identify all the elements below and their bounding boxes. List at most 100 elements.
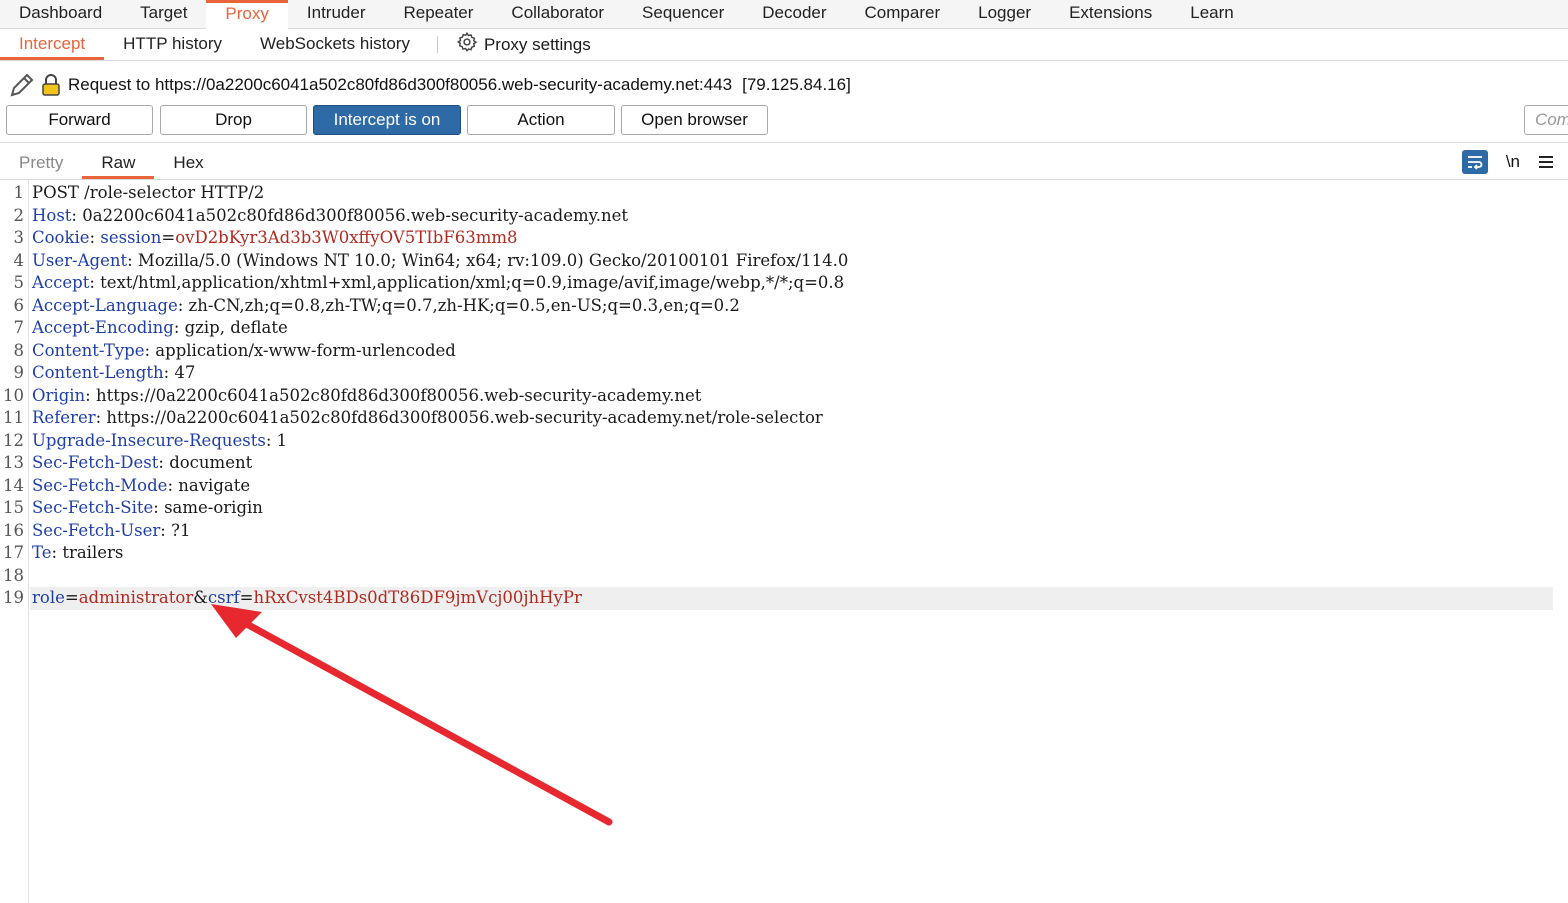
editor-line: 9 Content-Length: 47 <box>0 362 1568 385</box>
tab-collaborator[interactable]: Collaborator <box>492 0 623 29</box>
header-value: 47 <box>174 363 196 382</box>
header-name: Content-Type <box>32 340 145 360</box>
editor-line: 17 Te: trailers <box>0 542 1568 565</box>
tab-repeater[interactable]: Repeater <box>384 0 492 29</box>
header-separator: : <box>177 295 189 315</box>
header-name: Accept-Language <box>32 295 178 315</box>
header-name: Upgrade-Insecure-Requests <box>32 430 266 450</box>
gear-icon <box>456 31 478 58</box>
header-name: Sec-Fetch-Mode <box>32 475 168 495</box>
tab-dashboard[interactable]: Dashboard <box>0 0 121 29</box>
header-value: 0a2200c6041a502c80fd86d300f80056.web-sec… <box>82 205 629 225</box>
line-number: 12 <box>3 430 24 450</box>
wrap-icon[interactable] <box>1461 150 1488 174</box>
line-number: 14 <box>3 475 24 495</box>
comment-input[interactable]: Com <box>1524 105 1568 135</box>
param-value-csrf: hRxCvst4BDs0dT86DF9jmVcj00jhHyPr <box>253 588 582 607</box>
request-target: Request to https://0a2200c6041a502c80fd8… <box>68 75 733 94</box>
tab-proxy[interactable]: Proxy <box>206 0 288 29</box>
header-name: Sec-Fetch-User <box>32 520 161 540</box>
intercept-toolbar: Forward Drop Intercept is on Action Open… <box>0 105 1568 135</box>
tab-extensions[interactable]: Extensions <box>1050 0 1171 29</box>
header-separator: : <box>89 228 101 247</box>
header-value: navigate <box>178 475 251 495</box>
header-separator: : <box>153 498 165 517</box>
tab-intercept[interactable]: Intercept <box>0 29 105 60</box>
tab-target[interactable]: Target <box>121 0 206 29</box>
tab-hex[interactable]: Hex <box>154 148 222 179</box>
header-separator: : <box>85 385 96 405</box>
header-separator: : <box>167 475 179 495</box>
equals-sign: = <box>239 588 254 607</box>
editor-line: 16 Sec-Fetch-User: ?1 <box>0 520 1568 543</box>
tab-raw[interactable]: Raw <box>82 148 155 179</box>
line-text: Accept-Encoding: gzip, deflate <box>32 317 288 340</box>
header-value: application/x-www-form-urlencoded <box>155 340 456 360</box>
line-number: 3 <box>13 228 25 247</box>
param-name-role: role <box>32 588 65 607</box>
line-number: 4 <box>13 250 25 270</box>
line-text: Accept-Language: zh-CN,zh;q=0.8,zh-TW;q=… <box>32 295 740 318</box>
header-value: same-origin <box>164 498 263 517</box>
editor-tab-bar: Pretty Raw Hex <box>0 148 1568 180</box>
tab-pretty[interactable]: Pretty <box>0 148 82 179</box>
line-number: 15 <box>3 498 24 517</box>
line-text: Sec-Fetch-Site: same-origin <box>32 497 263 520</box>
tab-comparer[interactable]: Comparer <box>846 0 960 29</box>
header-value: zh-CN,zh;q=0.8,zh-TW;q=0.7,zh-HK;q=0.5,e… <box>188 295 740 315</box>
open-browser-button[interactable]: Open browser <box>621 105 768 135</box>
tab-separator <box>436 36 438 53</box>
param-value-role: administrator <box>78 588 194 607</box>
tab-logger[interactable]: Logger <box>959 0 1050 29</box>
editor-line: 18 <box>0 565 1568 588</box>
line-text: Sec-Fetch-User: ?1 <box>32 520 190 543</box>
line-number: 16 <box>3 520 24 540</box>
pencil-icon[interactable] <box>6 69 38 101</box>
tab-websockets-history[interactable]: WebSockets history <box>241 29 429 60</box>
request-editor[interactable]: 1 POST /role-selector HTTP/2 2 Host: 0a2200… <box>0 182 1568 610</box>
line-number: 8 <box>13 340 25 360</box>
header-name: Referer <box>32 408 96 427</box>
action-button[interactable]: Action <box>467 105 615 135</box>
line-text: Host: 0a2200c6041a502c80fd86d300f80056.w… <box>32 205 628 228</box>
param-name-csrf: csrf <box>207 588 240 607</box>
drop-button[interactable]: Drop <box>160 105 307 135</box>
tab-http-history[interactable]: HTTP history <box>104 29 241 60</box>
line-number: 9 <box>13 363 25 382</box>
tab-intruder[interactable]: Intruder <box>288 0 385 29</box>
header-name: Content-Length <box>32 363 164 382</box>
editor-line: 4 User-Agent: Mozilla/5.0 (Windows NT 10.… <box>0 250 1568 273</box>
cookie-value: ovD2bKyr3Ad3b3W0xffyOV5TIbF63mm8 <box>175 228 518 247</box>
editor-line: 2 Host: 0a2200c6041a502c80fd86d300f80056.… <box>0 205 1568 228</box>
line-text: Cookie: session=ovD2bKyr3Ad3b3W0xffyOV5T… <box>32 227 518 250</box>
line-text: User-Agent: Mozilla/5.0 (Windows NT 10.0… <box>32 250 848 273</box>
line-text: Te: trailers <box>32 542 123 565</box>
intercept-toggle-button[interactable]: Intercept is on <box>313 105 461 135</box>
menu-icon[interactable] <box>1538 155 1554 169</box>
line-text: Origin: https://0a2200c6041a502c80fd86d3… <box>32 385 701 408</box>
line-number: 5 <box>13 273 25 292</box>
newline-toggle[interactable]: \n <box>1506 152 1520 172</box>
lock-icon <box>42 73 62 97</box>
editor-line: 7 Accept-Encoding: gzip, deflate <box>0 317 1568 340</box>
line-number: 19 <box>3 588 24 607</box>
header-separator: : <box>158 453 170 472</box>
tab-sequencer[interactable]: Sequencer <box>623 0 743 29</box>
line-number: 10 <box>3 385 24 405</box>
header-value: trailers <box>62 543 124 562</box>
equals-sign: = <box>161 228 176 247</box>
forward-button[interactable]: Forward <box>6 105 153 135</box>
equals-sign: = <box>64 588 79 607</box>
tab-decoder[interactable]: Decoder <box>743 0 845 29</box>
line-text: Accept: text/html,application/xhtml+xml,… <box>32 272 844 295</box>
editor-line-body: 19 role=administrator&csrf=hRxCvst4BDs0dT… <box>0 587 1568 610</box>
header-value: Mozilla/5.0 (Windows NT 10.0; Win64; x64… <box>137 250 849 270</box>
editor-line: 3 Cookie: session=ovD2bKyr3Ad3b3W0xffyOV5… <box>0 227 1568 250</box>
proxy-settings-button[interactable]: Proxy settings <box>446 29 601 60</box>
header-separator: : <box>71 205 83 225</box>
header-value: POST /role-selector HTTP/2 <box>32 183 265 202</box>
header-separator: : <box>173 318 185 337</box>
header-separator: : <box>265 430 277 450</box>
editor-tools: \n <box>1461 148 1554 176</box>
tab-learn[interactable]: Learn <box>1171 0 1252 29</box>
